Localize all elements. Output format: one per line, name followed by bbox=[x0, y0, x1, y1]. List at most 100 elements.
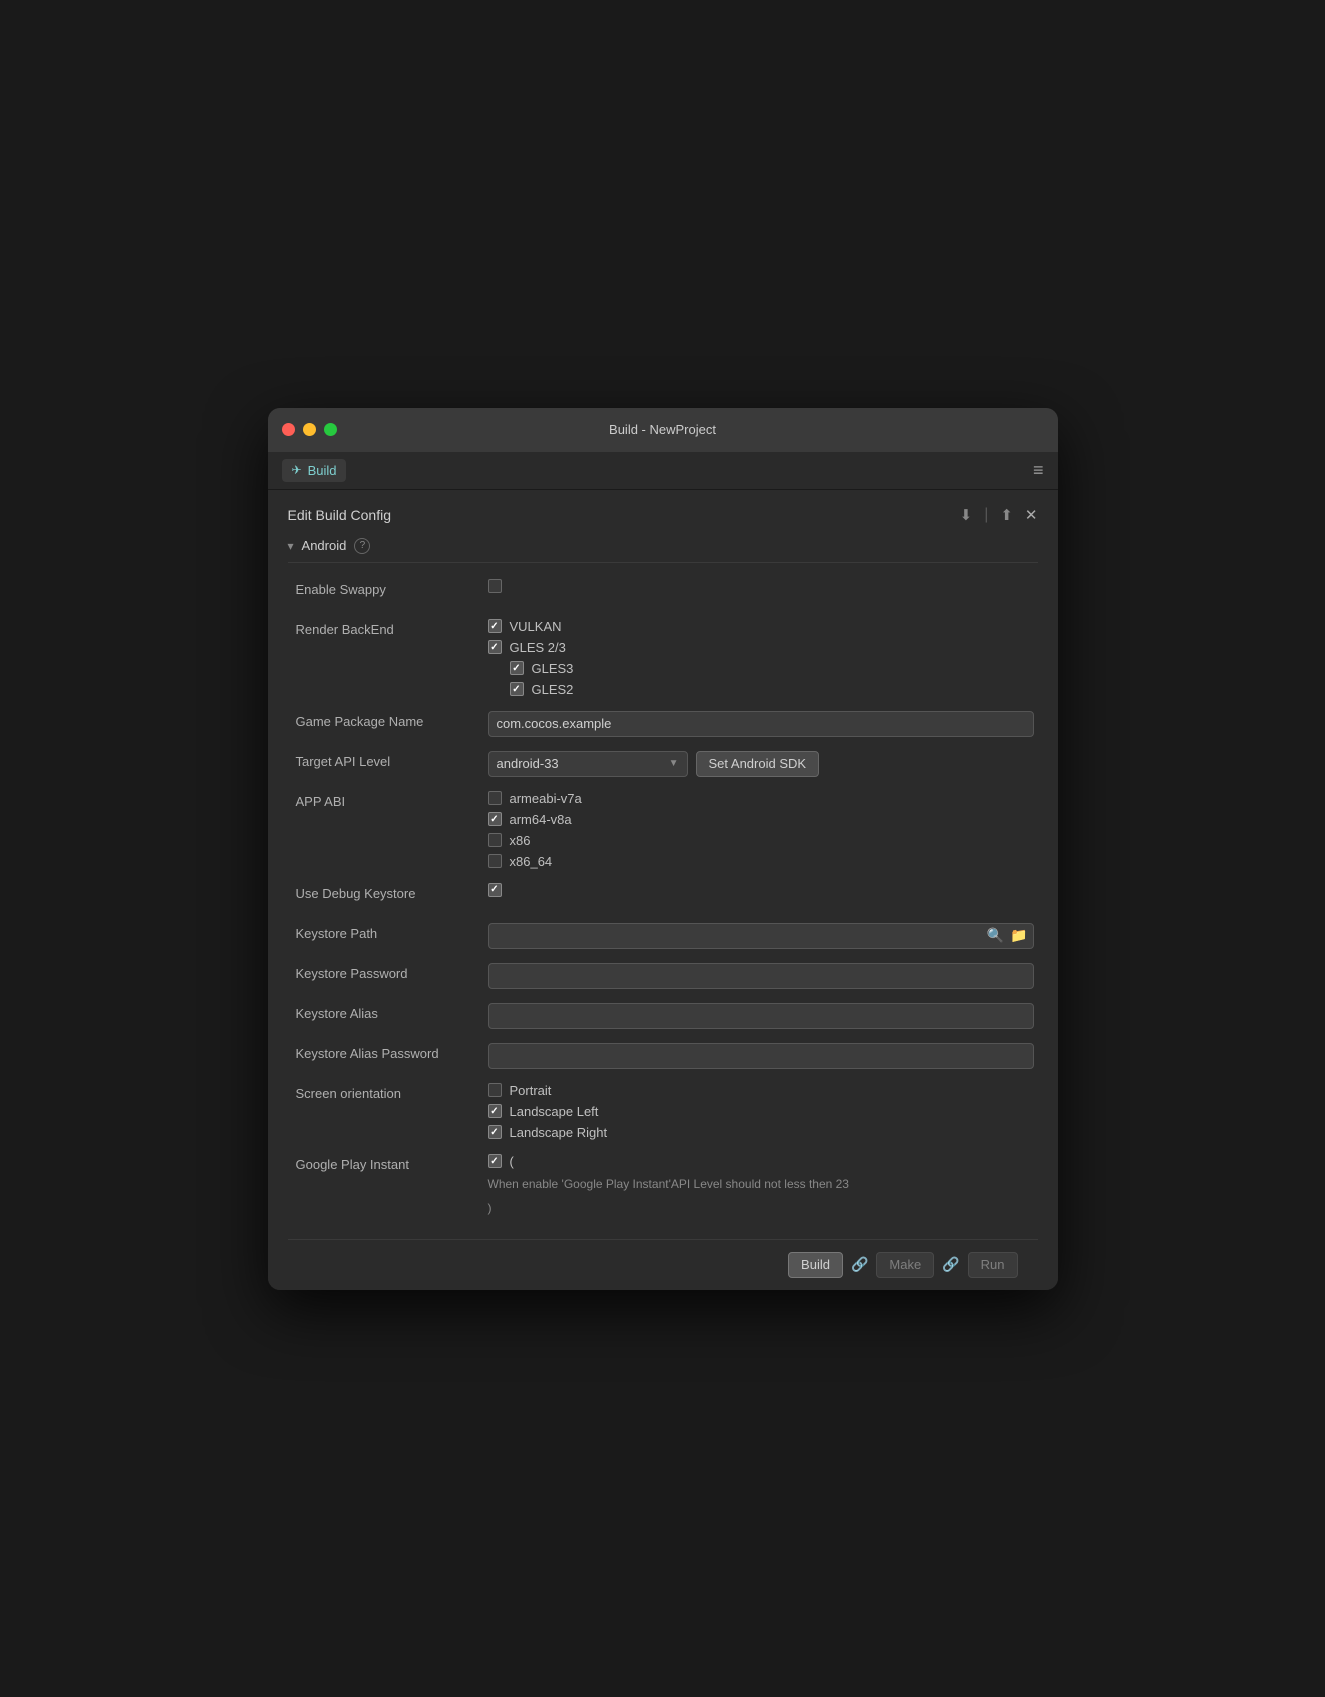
vulkan-label: VULKAN bbox=[510, 619, 562, 634]
maximize-button[interactable] bbox=[324, 423, 337, 436]
minimize-button[interactable] bbox=[303, 423, 316, 436]
google-play-instant-checkbox-row: ( bbox=[488, 1154, 1034, 1169]
keystore-path-input[interactable] bbox=[488, 923, 1034, 949]
google-play-instant-close: ) bbox=[488, 1201, 492, 1215]
content-area: Enable Swappy Render BackEnd VULKAN GLES… bbox=[288, 579, 1038, 1231]
keystore-alias-input[interactable] bbox=[488, 1003, 1034, 1029]
armeabi-v7a-checkbox[interactable] bbox=[488, 791, 502, 805]
panel-header: Edit Build Config ⬇ | ⬆ ✕ bbox=[288, 506, 1038, 524]
x86-64-label: x86_64 bbox=[510, 854, 553, 869]
x86-64-checkbox[interactable] bbox=[488, 854, 502, 868]
use-debug-keystore-checkbox[interactable] bbox=[488, 883, 502, 897]
gles2-row: GLES2 bbox=[510, 682, 1034, 697]
google-play-instant-row: Google Play Instant ( When enable 'Googl… bbox=[288, 1154, 1034, 1217]
panel: Edit Build Config ⬇ | ⬆ ✕ ▾ Android ? En… bbox=[268, 490, 1058, 1290]
google-play-instant-controls: ( When enable 'Google Play Instant'API L… bbox=[488, 1154, 1034, 1217]
keystore-alias-label: Keystore Alias bbox=[288, 1003, 488, 1021]
keystore-alias-password-label: Keystore Alias Password bbox=[288, 1043, 488, 1061]
keystore-path-controls: 🔍 📁 bbox=[488, 923, 1034, 949]
toolbar-menu-icon[interactable]: ≡ bbox=[1033, 460, 1044, 481]
render-backend-label: Render BackEnd bbox=[288, 619, 488, 637]
gles23-checkbox[interactable] bbox=[488, 640, 502, 654]
link-icon-1: 🔗 bbox=[851, 1256, 868, 1273]
app-abi-label: APP ABI bbox=[288, 791, 488, 809]
traffic-lights bbox=[282, 423, 337, 436]
keystore-alias-row: Keystore Alias bbox=[288, 1003, 1034, 1029]
screen-orientation-label: Screen orientation bbox=[288, 1083, 488, 1101]
close-panel-icon[interactable]: ✕ bbox=[1025, 506, 1038, 524]
keystore-password-controls bbox=[488, 963, 1034, 989]
google-play-instant-open: ( bbox=[510, 1154, 514, 1169]
enable-swappy-checkbox[interactable] bbox=[488, 579, 502, 593]
keystore-search-icon[interactable]: 🔍 bbox=[987, 927, 1004, 944]
export-icon[interactable]: ⬆ bbox=[1000, 506, 1013, 524]
game-package-controls bbox=[488, 711, 1034, 737]
keystore-alias-password-input[interactable] bbox=[488, 1043, 1034, 1069]
keystore-folder-icon[interactable]: 📁 bbox=[1010, 927, 1027, 944]
link-icon-2: 🔗 bbox=[942, 1256, 959, 1273]
run-button[interactable]: Run bbox=[968, 1252, 1018, 1278]
keystore-password-row: Keystore Password bbox=[288, 963, 1034, 989]
enable-swappy-controls bbox=[488, 579, 1034, 593]
build-tab-label: Build bbox=[308, 463, 337, 478]
google-play-instant-note: When enable 'Google Play Instant'API Lev… bbox=[488, 1175, 1034, 1193]
game-package-row: Game Package Name bbox=[288, 711, 1034, 737]
game-package-input[interactable] bbox=[488, 711, 1034, 737]
section-header: ▾ Android ? bbox=[288, 538, 1038, 563]
build-button[interactable]: Build bbox=[788, 1252, 843, 1278]
icon-separator: | bbox=[984, 506, 988, 524]
make-button[interactable]: Make bbox=[876, 1252, 934, 1278]
target-api-select-row: android-33 ▼ Set Android SDK bbox=[488, 751, 1034, 777]
target-api-label: Target API Level bbox=[288, 751, 488, 769]
landscape-right-label: Landscape Right bbox=[510, 1125, 608, 1140]
gles3-row: GLES3 bbox=[510, 661, 1034, 676]
landscape-right-checkbox[interactable] bbox=[488, 1125, 502, 1139]
google-play-instant-checkbox[interactable] bbox=[488, 1154, 502, 1168]
google-play-instant-close-row: ) bbox=[488, 1199, 1034, 1217]
import-icon[interactable]: ⬇ bbox=[960, 506, 973, 524]
render-backend-controls: VULKAN GLES 2/3 GLES3 GLES2 bbox=[488, 619, 1034, 697]
gles3-checkbox[interactable] bbox=[510, 661, 524, 675]
vulkan-row: VULKAN bbox=[488, 619, 1034, 634]
gles3-label: GLES3 bbox=[532, 661, 574, 676]
keystore-path-row: Keystore Path 🔍 📁 bbox=[288, 923, 1034, 949]
keystore-alias-controls bbox=[488, 1003, 1034, 1029]
arm64-v8a-checkbox[interactable] bbox=[488, 812, 502, 826]
keystore-password-label: Keystore Password bbox=[288, 963, 488, 981]
enable-swappy-row: Enable Swappy bbox=[288, 579, 1034, 605]
bottom-bar: Build 🔗 Make 🔗 Run bbox=[288, 1239, 1038, 1290]
gles23-row: GLES 2/3 bbox=[488, 640, 1034, 655]
target-api-row: Target API Level android-33 ▼ Set Androi… bbox=[288, 751, 1034, 777]
set-android-sdk-button[interactable]: Set Android SDK bbox=[696, 751, 820, 777]
gles23-label: GLES 2/3 bbox=[510, 640, 566, 655]
main-window: Build - NewProject ✈ Build ≡ Edit Build … bbox=[268, 408, 1058, 1290]
keystore-path-input-wrapper: 🔍 📁 bbox=[488, 923, 1034, 949]
titlebar: Build - NewProject bbox=[268, 408, 1058, 452]
render-backend-row: Render BackEnd VULKAN GLES 2/3 GLES3 bbox=[288, 619, 1034, 697]
portrait-checkbox[interactable] bbox=[488, 1083, 502, 1097]
gles2-checkbox[interactable] bbox=[510, 682, 524, 696]
landscape-left-row: Landscape Left bbox=[488, 1104, 1034, 1119]
target-api-controls: android-33 ▼ Set Android SDK bbox=[488, 751, 1034, 777]
use-debug-keystore-label: Use Debug Keystore bbox=[288, 883, 488, 901]
app-abi-row: APP ABI armeabi-v7a arm64-v8a x86 bbox=[288, 791, 1034, 869]
keystore-password-input[interactable] bbox=[488, 963, 1034, 989]
portrait-label: Portrait bbox=[510, 1083, 552, 1098]
x86-checkbox[interactable] bbox=[488, 833, 502, 847]
build-tab[interactable]: ✈ Build bbox=[282, 459, 347, 482]
landscape-left-checkbox[interactable] bbox=[488, 1104, 502, 1118]
keystore-alias-password-controls bbox=[488, 1043, 1034, 1069]
use-debug-keystore-controls bbox=[488, 883, 1034, 897]
target-api-dropdown[interactable]: android-33 ▼ bbox=[488, 751, 688, 777]
vulkan-checkbox[interactable] bbox=[488, 619, 502, 633]
android-help-icon[interactable]: ? bbox=[354, 538, 370, 554]
toolbar: ✈ Build ≡ bbox=[268, 452, 1058, 490]
armeabi-v7a-row: armeabi-v7a bbox=[488, 791, 1034, 806]
close-button[interactable] bbox=[282, 423, 295, 436]
window-title: Build - NewProject bbox=[609, 422, 716, 437]
section-chevron[interactable]: ▾ bbox=[288, 539, 294, 553]
keystore-path-label: Keystore Path bbox=[288, 923, 488, 941]
use-debug-keystore-row: Use Debug Keystore bbox=[288, 883, 1034, 909]
panel-header-icons: ⬇ | ⬆ ✕ bbox=[960, 506, 1038, 524]
portrait-row: Portrait bbox=[488, 1083, 1034, 1098]
